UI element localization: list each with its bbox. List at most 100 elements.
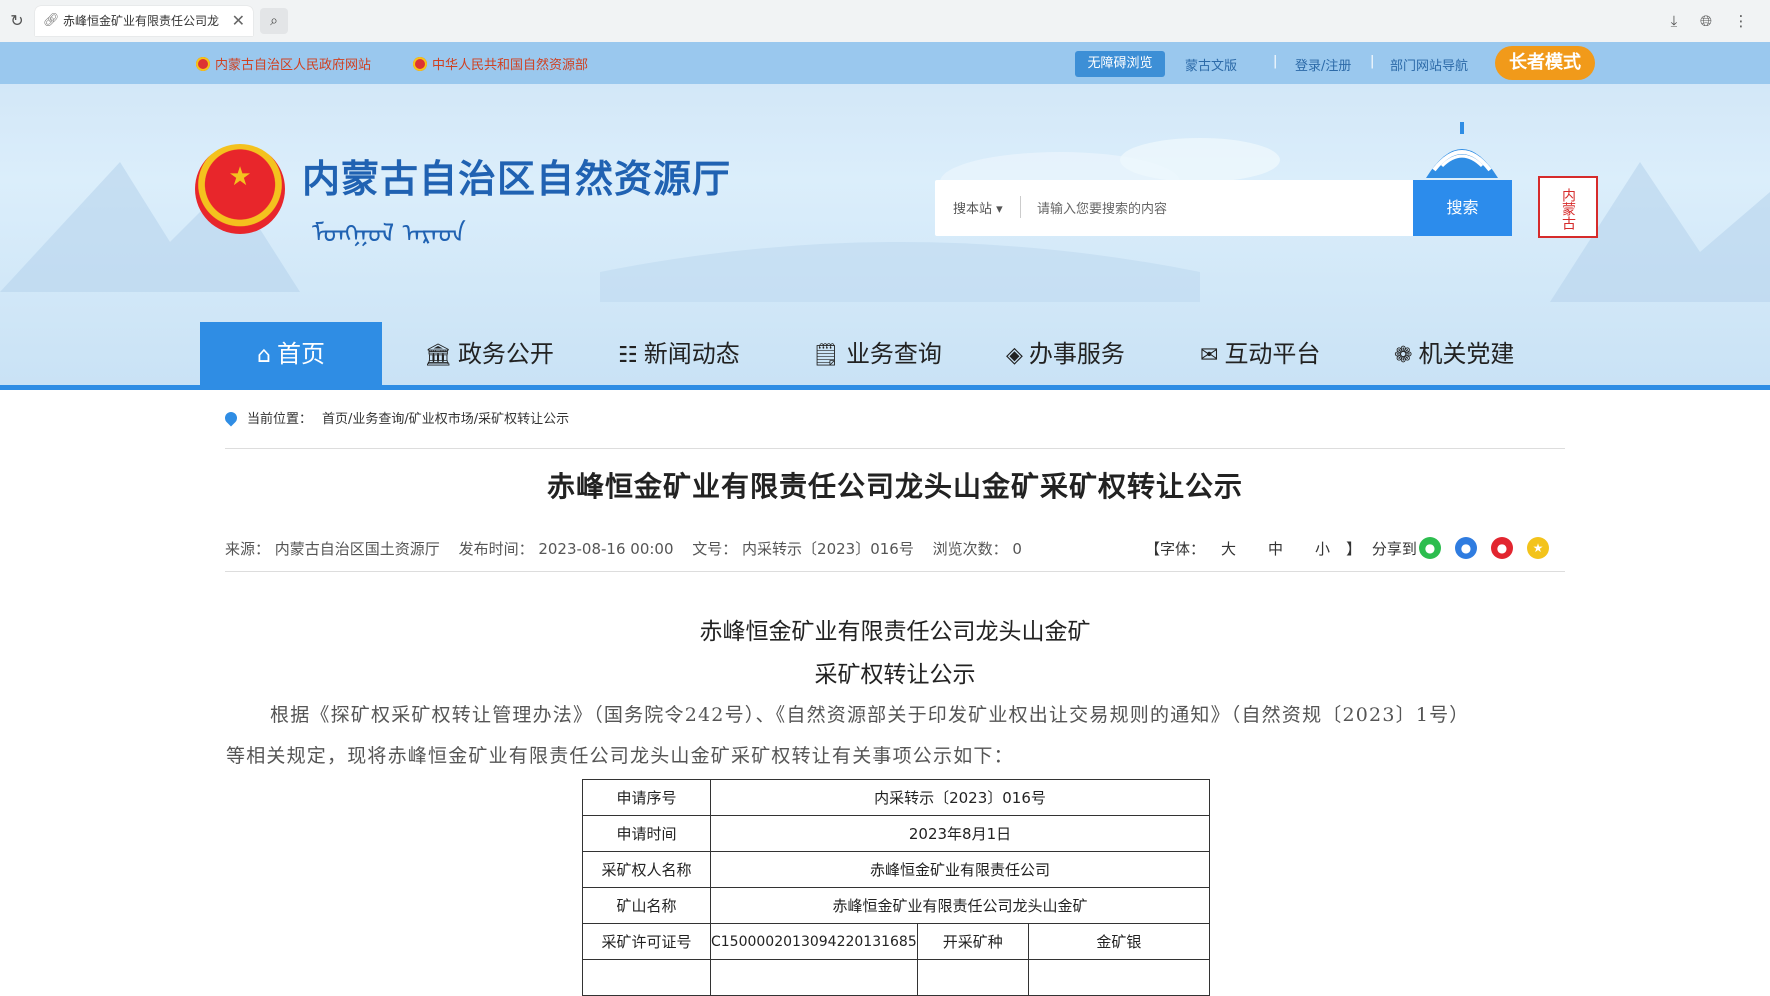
nav-label: 首页 — [276, 340, 325, 368]
table-cell-value: 金矿银 — [1027, 923, 1211, 960]
qq-icon[interactable]: ● — [1455, 537, 1477, 559]
news-icon: ☷ — [618, 343, 638, 368]
mongolian-version-link[interactable]: 蒙古文版 — [1185, 55, 1237, 74]
nav-label: 办事服务 — [1028, 340, 1125, 368]
ministry-link[interactable]: 中华人民共和国自然资源部 — [413, 54, 588, 73]
table-cell-label: 采矿许可证号 — [582, 923, 711, 960]
accessible-browse-button[interactable]: 无障碍浏览 — [1075, 51, 1165, 77]
building-icon: 🏛︎ — [424, 343, 452, 368]
main-nav: ⌂ 首页 🏛︎ 政务公开 ☷ 新闻动态 🗒︎ 业务查询 ◈ 办事服务 ✉ 互动平台 ❁ 机关党… — [200, 322, 1592, 387]
article-meta: 来源： 内蒙古自治区国土资源厅 发布时间： 2023-08-16 00:00 文… — [225, 538, 1036, 559]
nav-gov-affairs[interactable]: 🏛︎ 政务公开 — [424, 322, 554, 387]
nav-label: 新闻动态 — [643, 340, 740, 368]
table-cell-value: C1500002013094220131685 — [710, 923, 918, 960]
table-cell-value: 赤峰恒金矿业有限责任公司 — [710, 851, 1210, 888]
divider: | — [1370, 54, 1375, 69]
table-row: 矿山名称 赤峰恒金矿业有限责任公司龙头山金矿 — [582, 887, 1210, 924]
divider — [225, 448, 1565, 449]
qzone-icon[interactable]: ★ — [1527, 537, 1549, 559]
reload-icon[interactable]: ↻ — [6, 10, 28, 32]
wechat-icon[interactable]: ● — [1419, 537, 1441, 559]
table-cell-label — [582, 959, 711, 996]
search-icon[interactable]: ⌕ — [260, 8, 288, 34]
breadcrumb-label: 当前位置： — [247, 412, 313, 427]
badge-icon: ❁ — [1394, 343, 1413, 368]
nav-party[interactable]: ❁ 机关党建 — [1394, 322, 1514, 387]
tab-title: 赤峰恒金矿业有限责任公司龙 — [63, 14, 220, 28]
nav-label: 政务公开 — [457, 340, 554, 368]
top-strip: 内蒙古自治区人民政府网站 中华人民共和国自然资源部 无障碍浏览 蒙古文版 | 登… — [0, 42, 1770, 84]
font-large-button[interactable]: 大 — [1221, 540, 1236, 558]
dept-nav-link[interactable]: 部门网站导航 — [1390, 55, 1468, 74]
font-medium-button[interactable]: 中 — [1268, 540, 1283, 558]
table-row: 申请序号 内采转示〔2023〕016号 — [582, 779, 1210, 816]
nav-home[interactable]: ⌂ 首页 — [200, 322, 382, 387]
table-cell-value — [1027, 959, 1211, 996]
nav-news[interactable]: ☷ 新闻动态 — [618, 322, 740, 387]
table-cell-value: 2023年8月1日 — [710, 815, 1210, 852]
doc-heading-2: 采矿权转让公示 — [814, 662, 976, 688]
emblem-icon — [413, 57, 427, 71]
search-input[interactable] — [1035, 194, 1339, 224]
search-button[interactable]: 搜索 — [1413, 180, 1512, 236]
close-icon[interactable]: ✕ — [232, 6, 245, 36]
table-cell-value: 赤峰恒金矿业有限责任公司龙头山金矿 — [710, 887, 1210, 924]
weibo-icon[interactable]: ● — [1491, 537, 1513, 559]
font-size-control: 【字体： 大 中 小】 分享到 — [1145, 538, 1417, 559]
article-doc-no: 文号： 内采转示〔2023〕016号 — [692, 540, 914, 558]
more-icon[interactable]: ⋮ — [1730, 10, 1752, 32]
divider — [225, 571, 1565, 572]
nav-underline — [0, 385, 1770, 390]
nav-interaction[interactable]: ✉ 互动平台 — [1200, 322, 1320, 387]
table-cell-label — [916, 959, 1029, 996]
article-source: 来源： 内蒙古自治区国土资源厅 — [225, 540, 440, 558]
nav-label: 机关党建 — [1418, 340, 1515, 368]
info-table: 申请序号 内采转示〔2023〕016号 申请时间 2023年8月1日 采矿权人名称赤… — [582, 779, 1211, 996]
doc-heading-1: 赤峰恒金矿业有限责任公司龙头山金矿 — [699, 619, 1091, 645]
table-cell-label: 矿山名称 — [582, 887, 711, 924]
nav-label: 互动平台 — [1224, 340, 1321, 368]
link-icon: 🔗︎ — [43, 13, 60, 28]
globe-icon[interactable]: 🌐︎ — [1695, 10, 1717, 32]
breadcrumb: 当前位置： 首页/业务查询/矿业权市场/采矿权转让公示 — [222, 408, 569, 427]
font-size-label: 【字体： — [1145, 540, 1206, 558]
site-header: 内蒙古自治区人民政府网站 中华人民共和国自然资源部 无障碍浏览 蒙古文版 | 登… — [0, 42, 1770, 387]
table-row: 申请时间 2023年8月1日 — [582, 815, 1210, 852]
location-pin-icon — [222, 409, 240, 427]
table-cell-value: 内采转示〔2023〕016号 — [710, 779, 1210, 816]
search-scope-label: 搜本站 — [953, 202, 993, 217]
divider: | — [1273, 54, 1278, 69]
nav-business-query[interactable]: 🗒︎ 业务查询 — [812, 322, 942, 387]
article-views: 浏览次数： 0 — [932, 540, 1022, 558]
home-icon: ⌂ — [257, 343, 271, 368]
table-cell-label: 申请时间 — [582, 815, 711, 852]
star-icon: ★ — [228, 162, 252, 192]
font-size-bracket: 】 — [1346, 540, 1362, 558]
divider — [1020, 196, 1021, 218]
nav-services[interactable]: ◈ 办事服务 — [1006, 322, 1125, 387]
search-scope-dropdown[interactable]: 搜本站 ▾ — [953, 198, 1003, 217]
doc-paragraph-line-1: 根据《探矿权采矿权转让管理办法》（国务院令242号）、《自然资源部关于印发矿业权… — [270, 704, 1470, 726]
national-emblem: ★ — [195, 144, 285, 234]
browser-tab[interactable]: 🔗︎ 赤峰恒金矿业有限责任公司龙 ✕ — [35, 6, 253, 36]
site-title-mongolian: ᠮᠣᠩᠭᠣᠯ ᠠᠷᠠᠳ — [312, 219, 466, 249]
download-icon[interactable]: ⤓ — [1663, 10, 1685, 32]
table-row: 采矿权人名称 赤峰恒金矿业有限责任公司 — [582, 851, 1210, 888]
share-label: 分享到 — [1371, 540, 1417, 558]
emblem-icon — [196, 57, 210, 71]
seal-logo: 内蒙古 — [1538, 176, 1598, 238]
chat-icon: ✉ — [1200, 343, 1219, 368]
table-row: 采矿许可证号 C1500002013094220131685 开采矿种 金矿银 — [582, 923, 1211, 960]
doc-paragraph-line-2: 等相关规定，现将赤峰恒金矿业有限责任公司龙头山金矿采矿权转让有关事项公示如下： — [226, 745, 1014, 767]
table-cell-label: 开采矿种 — [916, 923, 1029, 960]
login-link[interactable]: 登录/注册 — [1295, 55, 1351, 74]
yurt-icon — [1426, 122, 1498, 178]
elder-mode-button[interactable]: 长者模式 — [1495, 46, 1595, 80]
browser-toolbar: ↻ 🔗︎ 赤峰恒金矿业有限责任公司龙 ✕ ⌕ ⤓ 🌐︎ ⋮ — [0, 0, 1770, 43]
document-search-icon: 🗒︎ — [812, 343, 840, 368]
font-small-button[interactable]: 小 — [1315, 540, 1330, 558]
article-title: 赤峰恒金矿业有限责任公司龙头山金矿采矿权转让公示 — [546, 470, 1243, 503]
breadcrumb-path[interactable]: 首页/业务查询/矿业权市场/采矿权转让公示 — [322, 412, 569, 427]
gov-site-link[interactable]: 内蒙古自治区人民政府网站 — [196, 54, 371, 73]
table-cell-value — [710, 959, 918, 996]
